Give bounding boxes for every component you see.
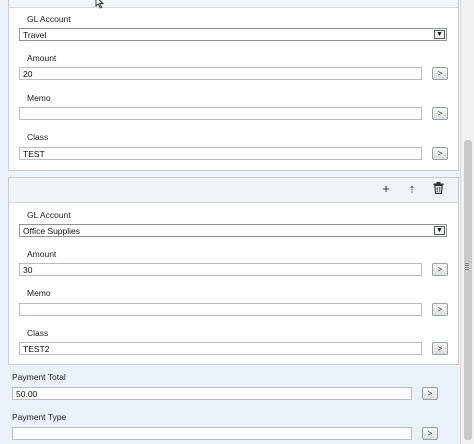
payment-type-label: Payment Type [12,412,67,422]
add-line-icon[interactable]: + [379,182,393,196]
memo-input[interactable] [19,107,422,120]
class-input[interactable]: TEST2 [19,342,422,355]
expense-line-1-header [9,0,458,8]
amount-lookup-button[interactable]: > [432,67,448,80]
mouse-cursor-icon [95,0,105,9]
amount-lookup-button[interactable]: > [432,263,448,276]
gl-account-label: GL Account [27,210,71,220]
class-input[interactable]: TEST [19,147,422,160]
expense-line-1: GL Account Travel ▼ Amount 20 > Memo > C… [8,0,459,171]
trash-icon [433,182,443,195]
class-lookup-button[interactable]: > [432,147,448,160]
vertical-scrollbar[interactable] [460,0,474,444]
payment-total-input[interactable]: 50.00 [12,387,412,400]
payment-section: Payment Total 50.00 > Payment Type > [0,364,460,444]
class-label: Class [27,328,49,338]
memo-lookup-button[interactable]: > [432,303,448,316]
memo-lookup-button[interactable]: > [432,107,448,120]
amount-input[interactable]: 30 [19,263,422,276]
amount-input[interactable]: 20 [19,67,422,80]
form-viewport: GL Account Travel ▼ Amount 20 > Memo > C… [0,0,460,444]
expense-line-2-header: + ↑ [9,178,458,203]
memo-label: Memo [27,93,51,103]
expense-line-2: + ↑ GL Account Office Supplies ▼ Amount … [8,177,459,365]
payment-total-label: Payment Total [12,372,66,382]
scrollbar-grip-icon [465,263,469,271]
gl-account-value: Office Supplies [23,226,81,236]
gl-account-select[interactable]: Office Supplies ▼ [19,224,447,237]
class-value: TEST [23,149,45,159]
payment-type-lookup-button[interactable]: > [422,427,438,440]
amount-value: 20 [23,69,33,79]
amount-label: Amount [27,249,57,259]
class-value: TEST2 [23,344,50,354]
chevron-down-icon[interactable]: ▼ [434,226,445,235]
gl-account-label: GL Account [27,14,71,24]
payment-total-value: 50.00 [16,389,38,399]
amount-value: 30 [23,265,33,275]
memo-input[interactable] [19,303,422,316]
amount-label: Amount [27,53,57,63]
payment-total-lookup-button[interactable]: > [422,387,438,400]
move-up-icon[interactable]: ↑ [405,182,419,196]
memo-label: Memo [27,288,51,298]
gl-account-value: Travel [23,30,47,40]
gl-account-select[interactable]: Travel ▼ [19,28,447,41]
scrollbar-thumb[interactable] [464,140,472,440]
class-label: Class [27,132,49,142]
class-lookup-button[interactable]: > [432,342,448,355]
payment-type-input[interactable] [12,427,412,440]
delete-line-icon[interactable] [431,182,445,196]
chevron-down-icon[interactable]: ▼ [434,30,445,39]
